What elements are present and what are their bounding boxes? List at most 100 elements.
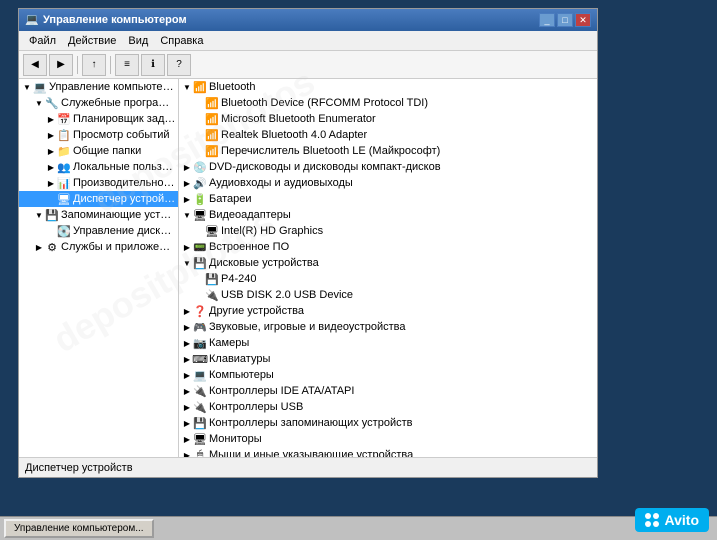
- left-tree-item-services[interactable]: 🔧Служебные программы: [19, 95, 178, 111]
- left-tree-item-localusers[interactable]: 👥Локальные пользователи: [19, 159, 178, 175]
- left-tree-item-devmgr[interactable]: 🖥Диспетчер устройств: [19, 191, 178, 207]
- properties-button[interactable]: ℹ: [141, 54, 165, 76]
- right-tree-item-videoadapters[interactable]: 🖥Видеоадаптеры: [179, 207, 597, 223]
- item-label: Перечислитель Bluetooth LE (Майкрософт): [221, 145, 440, 157]
- menu-help[interactable]: Справка: [154, 33, 209, 49]
- right-tree-item-batteries[interactable]: 🔋Батареи: [179, 191, 597, 207]
- item-icon: 📶: [205, 112, 219, 126]
- maximize-button[interactable]: □: [557, 13, 573, 27]
- item-icon: 👥: [57, 160, 71, 174]
- item-label: Управление компьютером (л...: [49, 81, 176, 93]
- avito-dot-1: [645, 513, 651, 519]
- right-tree-item-cameras[interactable]: 📷Камеры: [179, 335, 597, 351]
- right-tree-item-usbctrl[interactable]: 🔌Контроллеры USB: [179, 399, 597, 415]
- item-icon: 💾: [193, 256, 207, 270]
- window-title: Управление компьютером: [43, 14, 539, 26]
- right-tree-item-firmware[interactable]: 📟Встроенное ПО: [179, 239, 597, 255]
- item-label: Служебные программы: [61, 97, 176, 109]
- left-tree-item-storage[interactable]: 💾Запоминающие устройства: [19, 207, 178, 223]
- right-tree-item-bt1[interactable]: 📶Bluetooth Device (RFCOMM Protocol TDI): [179, 95, 597, 111]
- left-tree-item-root[interactable]: 💻Управление компьютером (л...: [19, 79, 178, 95]
- right-tree-item-mice[interactable]: 🖱Мыши и иные указывающие устройства: [179, 447, 597, 457]
- item-icon: ⚙: [45, 240, 59, 254]
- item-label: Microsoft Bluetooth Enumerator: [221, 113, 376, 125]
- item-label: Другие устройства: [209, 305, 304, 317]
- item-label: Локальные пользователи: [73, 161, 176, 173]
- right-tree-item-ideata[interactable]: 🔌Контроллеры IDE ATA/ATAPI: [179, 383, 597, 399]
- menu-view[interactable]: Вид: [122, 33, 154, 49]
- back-button[interactable]: ◀: [23, 54, 47, 76]
- right-tree-item-bt3[interactable]: 📶Realtek Bluetooth 4.0 Adapter: [179, 127, 597, 143]
- right-tree-item-diskdev[interactable]: 💾Дисковые устройства: [179, 255, 597, 271]
- item-icon: 🖥: [57, 192, 71, 206]
- expand-arrow: [181, 321, 193, 333]
- right-tree-item-dvd[interactable]: 💿DVD-дисководы и дисководы компакт-диско…: [179, 159, 597, 175]
- expand-arrow: [33, 97, 45, 109]
- content-area: 💻Управление компьютером (л...🔧Служебные …: [19, 79, 597, 457]
- up-button[interactable]: ↑: [82, 54, 106, 76]
- item-icon: 💿: [193, 160, 207, 174]
- item-icon: 💾: [193, 416, 207, 430]
- expand-arrow: [33, 241, 45, 253]
- menu-file[interactable]: Файл: [23, 33, 62, 49]
- right-tree-item-keyboards[interactable]: ⌨Клавиатуры: [179, 351, 597, 367]
- item-label: Управление дисками: [73, 225, 176, 237]
- menu-action[interactable]: Действие: [62, 33, 122, 49]
- minimize-button[interactable]: _: [539, 13, 555, 27]
- item-label: Запоминающие устройства: [61, 209, 176, 221]
- forward-button[interactable]: ▶: [49, 54, 73, 76]
- left-tree-item-diskmgmt[interactable]: 💽Управление дисками: [19, 223, 178, 239]
- expand-arrow: [181, 193, 193, 205]
- item-icon: ⌨: [193, 352, 207, 366]
- item-label: Просмотр событий: [73, 129, 170, 141]
- left-tree-item-eventviewer[interactable]: 📋Просмотр событий: [19, 127, 178, 143]
- toolbar: ◀ ▶ ↑ ≡ ℹ ?: [19, 51, 597, 79]
- taskbar: Управление компьютером...: [0, 516, 717, 540]
- item-icon: 🔌: [205, 288, 219, 302]
- item-icon: 🎮: [193, 320, 207, 334]
- item-icon: 📶: [205, 96, 219, 110]
- item-label: Контроллеры запоминающих устройств: [209, 417, 412, 429]
- item-label: Батареи: [209, 193, 252, 205]
- item-label: Видеоадаптеры: [209, 209, 291, 221]
- left-tree-item-performance[interactable]: 📊Производительность: [19, 175, 178, 191]
- show-hide-button[interactable]: ≡: [115, 54, 139, 76]
- right-tree-item-audio[interactable]: 🔊Аудиовходы и аудиовыходы: [179, 175, 597, 191]
- item-icon: 💾: [45, 208, 59, 222]
- right-tree-item-computers[interactable]: 💻Компьютеры: [179, 367, 597, 383]
- expand-arrow: [181, 241, 193, 253]
- right-tree-item-monitors[interactable]: 🖥Мониторы: [179, 431, 597, 447]
- item-label: Камеры: [209, 337, 249, 349]
- item-icon: 🖥: [193, 208, 207, 222]
- item-icon: 📊: [57, 176, 71, 190]
- help-button[interactable]: ?: [167, 54, 191, 76]
- left-tree-item-scheduler[interactable]: 📅Планировщик заданий: [19, 111, 178, 127]
- left-tree-item-srvapps[interactable]: ⚙Службы и приложения: [19, 239, 178, 255]
- close-button[interactable]: ✕: [575, 13, 591, 27]
- right-tree-item-other[interactable]: ❓Другие устройства: [179, 303, 597, 319]
- item-icon: 📅: [57, 112, 71, 126]
- expand-arrow: [181, 257, 193, 269]
- item-label: Контроллеры USB: [209, 401, 303, 413]
- expand-arrow: [181, 305, 193, 317]
- item-icon: 📷: [193, 336, 207, 350]
- right-tree-item-bt2[interactable]: 📶Microsoft Bluetooth Enumerator: [179, 111, 597, 127]
- right-tree-item-sound[interactable]: 🎮Звуковые, игровые и видеоустройства: [179, 319, 597, 335]
- avito-dot-3: [645, 521, 651, 527]
- right-tree-item-bluetooth[interactable]: 📶Bluetooth: [179, 79, 597, 95]
- right-tree-item-usbdisk[interactable]: 🔌USB DISK 2.0 USB Device: [179, 287, 597, 303]
- item-icon: 🖥: [205, 224, 219, 238]
- expand-arrow: [181, 417, 193, 429]
- avito-dot-2: [653, 513, 659, 519]
- right-tree-item-bt4[interactable]: 📶Перечислитель Bluetooth LE (Майкрософт): [179, 143, 597, 159]
- right-tree-item-p4240[interactable]: 💾P4-240: [179, 271, 597, 287]
- item-label: USB DISK 2.0 USB Device: [221, 289, 353, 301]
- left-tree-item-sharedfolders[interactable]: 📁Общие папки: [19, 143, 178, 159]
- expand-arrow: [45, 161, 57, 173]
- left-pane: 💻Управление компьютером (л...🔧Служебные …: [19, 79, 179, 457]
- taskbar-button[interactable]: Управление компьютером...: [4, 519, 154, 538]
- right-tree-item-storagectrl[interactable]: 💾Контроллеры запоминающих устройств: [179, 415, 597, 431]
- item-icon: 📶: [205, 144, 219, 158]
- right-tree-item-intelhd[interactable]: 🖥Intel(R) HD Graphics: [179, 223, 597, 239]
- expand-arrow: [181, 385, 193, 397]
